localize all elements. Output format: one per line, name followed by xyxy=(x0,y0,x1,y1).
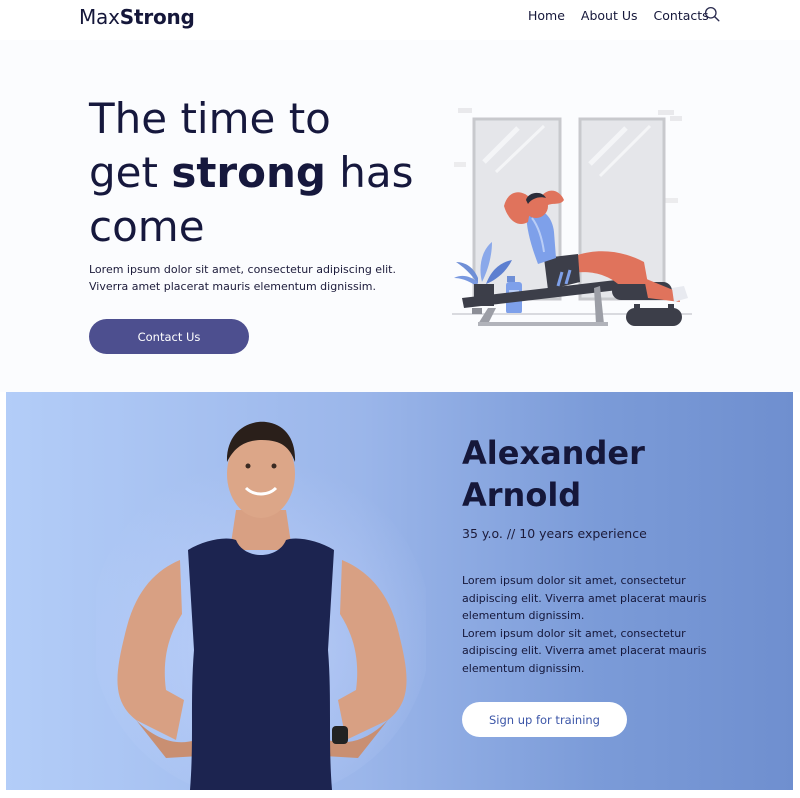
trainer-bio: Lorem ipsum dolor sit amet, consectetur … xyxy=(462,572,712,678)
logo[interactable]: MaxStrong xyxy=(79,5,195,29)
trainer-photo xyxy=(96,421,426,790)
main-nav: Home About Us Contacts xyxy=(528,8,725,23)
gym-illustration xyxy=(452,108,692,326)
trainer-last-name: Arnold xyxy=(462,476,582,514)
trainer-first-name: Alexander xyxy=(462,434,645,472)
nav-contacts[interactable]: Contacts xyxy=(654,8,709,23)
trainer-bio-paragraph-2: Lorem ipsum dolor sit amet, consectetur … xyxy=(462,626,707,675)
contact-us-button[interactable]: Contact Us xyxy=(89,319,249,354)
hero-title-has: has xyxy=(325,148,414,197)
hero-title: The time to get strong has come xyxy=(89,92,449,254)
hero-title-strong: strong xyxy=(171,148,326,197)
hero-title-line1: The time to xyxy=(89,94,331,143)
trainer-name: Alexander Arnold xyxy=(462,432,762,516)
trainer-section: Alexander Arnold 35 y.o. // 10 years expe… xyxy=(6,392,793,790)
logo-light: Max xyxy=(79,5,120,29)
hero-title-line3: come xyxy=(89,202,205,251)
trainer-experience: 35 y.o. // 10 years experience xyxy=(462,526,647,541)
sign-up-button[interactable]: Sign up for training xyxy=(462,702,627,737)
hero-title-get: get xyxy=(89,148,172,197)
hero-section: The time to get strong has come Lorem ipsu… xyxy=(0,40,800,392)
nav-home[interactable]: Home xyxy=(528,8,565,23)
trainer-bio-paragraph-1: Lorem ipsum dolor sit amet, consectetur … xyxy=(462,574,707,623)
logo-bold: Strong xyxy=(119,5,195,29)
search-icon[interactable] xyxy=(704,6,720,22)
nav-about[interactable]: About Us xyxy=(581,8,638,23)
hero-description: Lorem ipsum dolor sit amet, consectetur … xyxy=(89,263,396,293)
site-header: MaxStrong Home About Us Contacts xyxy=(0,0,800,40)
